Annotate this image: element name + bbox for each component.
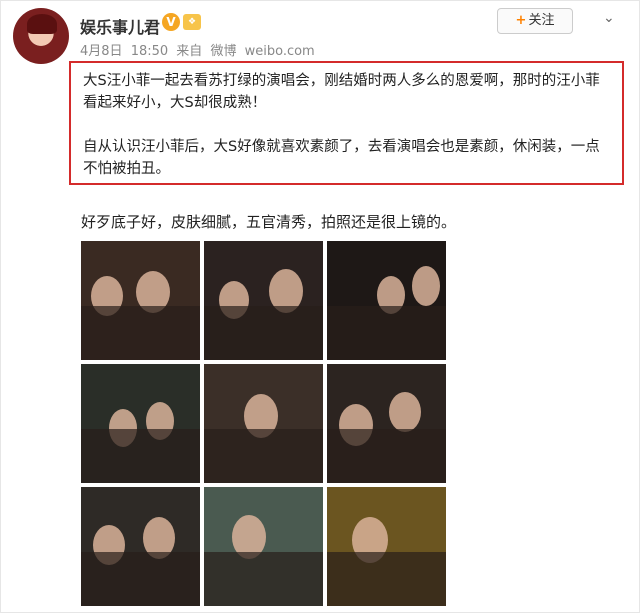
photo-thumbnail[interactable] bbox=[327, 487, 446, 606]
photo-thumbnail[interactable] bbox=[204, 487, 323, 606]
level-badge-icon: ❖ bbox=[183, 14, 201, 30]
photo-thumbnail[interactable] bbox=[327, 364, 446, 483]
source-link[interactable]: 微博 bbox=[210, 44, 236, 59]
username[interactable]: 娱乐事儿君 bbox=[80, 14, 160, 38]
photo-thumbnail[interactable] bbox=[327, 241, 446, 360]
post-caption: 好歹底子好，皮肤细腻，五官清秀，拍照还是很上镜的。 bbox=[81, 213, 457, 231]
avatar[interactable] bbox=[13, 8, 69, 64]
source-domain: weibo.com bbox=[244, 44, 315, 59]
follow-button[interactable]: + 关注 bbox=[497, 8, 573, 34]
source-prefix: 来自 bbox=[176, 44, 203, 59]
verified-icon: V bbox=[162, 13, 180, 31]
photo-thumbnail[interactable] bbox=[81, 487, 200, 606]
post-date: 4月8日 bbox=[80, 44, 123, 59]
photo-thumbnail[interactable] bbox=[204, 241, 323, 360]
plus-icon: + bbox=[515, 13, 527, 28]
highlighted-quote: 大S汪小菲一起去看苏打绿的演唱会，刚结婚时两人多么的恩爱啊，那时的汪小菲看起来好… bbox=[69, 61, 624, 185]
post-time: 18:50 bbox=[130, 44, 169, 59]
follow-label: 关注 bbox=[528, 13, 555, 28]
photo-thumbnail[interactable] bbox=[81, 241, 200, 360]
post-meta: 4月8日 18:50 来自 微博 weibo.com bbox=[80, 40, 319, 59]
quote-paragraph-2: 自从认识汪小菲后，大S好像就喜欢素颜了，去看演唱会也是素颜，休闲装，一点不怕被拍… bbox=[83, 139, 600, 177]
photo-thumbnail[interactable] bbox=[204, 364, 323, 483]
chevron-down-icon[interactable]: ⌄ bbox=[603, 10, 615, 26]
photo-thumbnail[interactable] bbox=[81, 364, 200, 483]
quote-paragraph-1: 大S汪小菲一起去看苏打绿的演唱会，刚结婚时两人多么的恩爱啊，那时的汪小菲看起来好… bbox=[83, 73, 600, 111]
